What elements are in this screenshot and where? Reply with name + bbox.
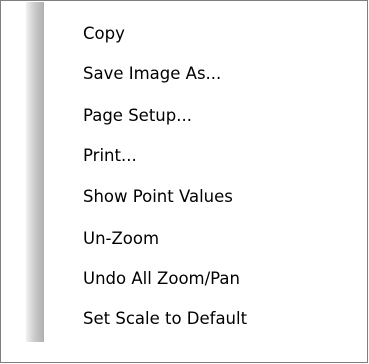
- context-menu: Copy Save Image As... Page Setup... Prin…: [0, 0, 368, 363]
- menu-item-undo-all-zoom-pan[interactable]: Undo All Zoom/Pan: [83, 267, 240, 291]
- menu-item-page-setup[interactable]: Page Setup...: [83, 104, 192, 128]
- menu-item-save-image-as[interactable]: Save Image As...: [83, 62, 221, 86]
- menu-item-copy[interactable]: Copy: [83, 22, 125, 46]
- menu-item-show-point-values[interactable]: Show Point Values: [83, 185, 233, 209]
- menu-item-print[interactable]: Print...: [83, 144, 137, 168]
- menu-item-un-zoom[interactable]: Un-Zoom: [83, 227, 159, 251]
- menu-items: Copy Save Image As... Page Setup... Prin…: [1, 1, 367, 362]
- menu-item-set-scale-to-default[interactable]: Set Scale to Default: [83, 307, 247, 331]
